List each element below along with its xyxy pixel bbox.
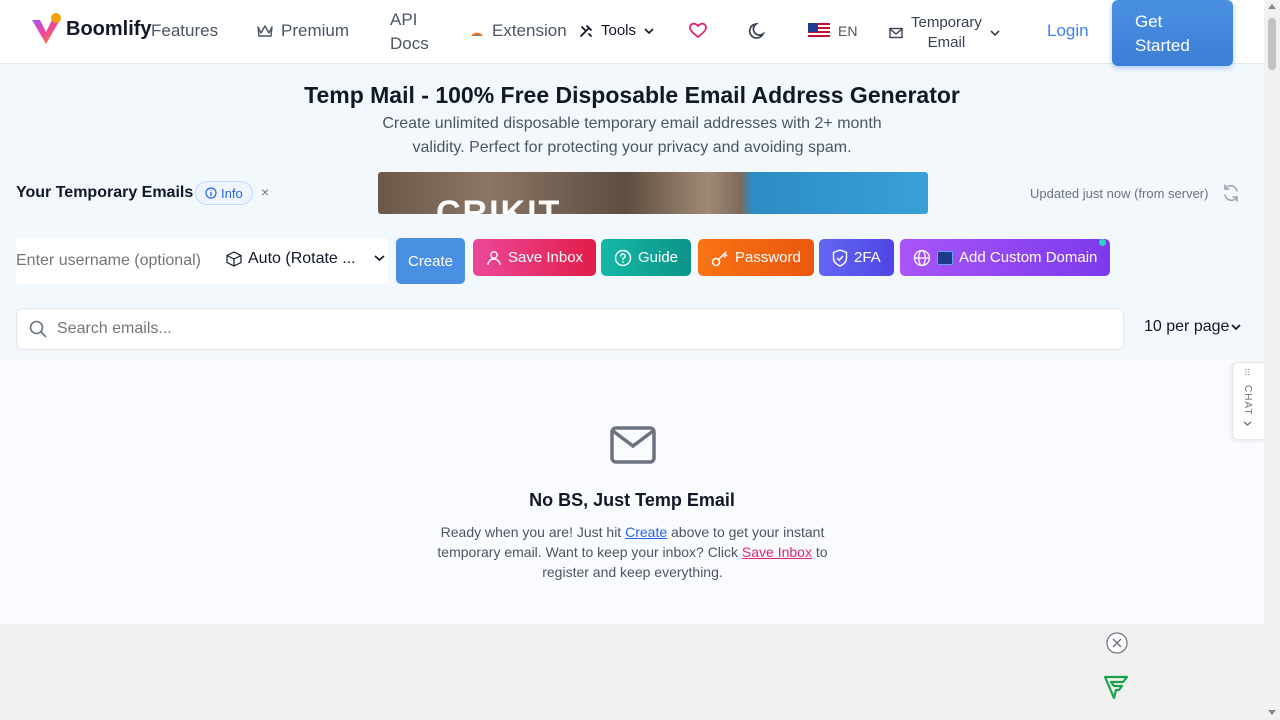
- add-custom-domain-label: Add Custom Domain: [959, 249, 1098, 266]
- page-subtitle: Create unlimited disposable temporary em…: [382, 115, 882, 156]
- per-page-value: 10 per page: [1144, 318, 1230, 335]
- nav-features-label: Features: [151, 21, 219, 40]
- temp-emails-label: Your Temporary Emails: [16, 184, 194, 201]
- globe-icon: [913, 249, 931, 266]
- nav-temporary-email[interactable]: Temporary Email: [889, 13, 1000, 53]
- shield-icon: [832, 248, 848, 267]
- nav-temp-line1: Temporary: [911, 14, 982, 31]
- heart-icon: [689, 22, 707, 39]
- favorites-button[interactable]: [688, 21, 708, 39]
- logo-text: Boomlify: [66, 17, 152, 40]
- nav-premium[interactable]: Premium: [257, 21, 349, 41]
- save-inbox-label: Save Inbox: [508, 249, 584, 266]
- create-button[interactable]: Create: [396, 238, 465, 284]
- logo[interactable]: Boomlify: [30, 12, 152, 46]
- info-badge-label: Info: [221, 185, 243, 201]
- language-selector[interactable]: EN: [808, 23, 857, 39]
- save-inbox-button[interactable]: Save Inbox: [473, 239, 597, 276]
- top-navbar: Boomlify Features Premium API Docs Exten…: [0, 0, 1264, 66]
- ad-banner[interactable]: CRIKIT: [378, 172, 928, 214]
- nav-temp-label: Temporary Email: [911, 13, 982, 53]
- nav-tools-label: Tools: [601, 22, 637, 39]
- empty-text-1: Ready when you are! Just hit: [440, 524, 626, 540]
- get-started-line2: Started: [1135, 36, 1190, 55]
- nav-temp-line2: Email: [927, 34, 966, 51]
- ad-logo-icon[interactable]: [1103, 674, 1129, 700]
- create-link[interactable]: Create: [625, 524, 667, 540]
- scroll-down-arrow[interactable]: [1268, 710, 1276, 715]
- nav-api-line1: API: [390, 10, 418, 29]
- empty-state-text: Ready when you are! Just hit Create abov…: [420, 522, 845, 582]
- password-label: Password: [735, 249, 801, 266]
- login-label: Login: [1047, 21, 1089, 40]
- chevron-down-icon: [990, 30, 1000, 37]
- close-circle-icon[interactable]: [1106, 632, 1128, 654]
- puzzle-icon: [471, 32, 483, 36]
- nav-api-docs[interactable]: API Docs: [390, 8, 429, 56]
- notification-dot: [1099, 239, 1106, 246]
- per-page-select[interactable]: 10 per page: [1144, 318, 1242, 336]
- refresh-icon: [1224, 184, 1238, 202]
- get-started-button[interactable]: Get Started: [1112, 0, 1233, 66]
- nav-extension-label: Extension: [492, 21, 567, 40]
- crown-icon: [257, 25, 273, 37]
- nav-extension[interactable]: Extension: [470, 21, 567, 41]
- cube-icon: [226, 251, 242, 267]
- free-tag-icon: [937, 250, 953, 265]
- info-icon: [205, 187, 217, 199]
- create-button-label: Create: [407, 252, 454, 270]
- page-title: Temp Mail - 100% Free Disposable Email A…: [304, 82, 960, 108]
- help-icon: [614, 249, 632, 266]
- mail-icon: [889, 27, 903, 39]
- chevron-down-icon: [1243, 421, 1252, 426]
- scrollbar-thumb[interactable]: [1268, 18, 1276, 70]
- get-started-line1: Get: [1135, 12, 1163, 31]
- key-icon: [711, 250, 728, 266]
- empty-state-title: No BS, Just Temp Email: [529, 490, 735, 510]
- user-icon: [487, 250, 501, 265]
- save-inbox-link[interactable]: Save Inbox: [742, 544, 812, 560]
- login-link[interactable]: Login: [1047, 21, 1089, 41]
- two-factor-label: 2FA: [854, 249, 881, 266]
- moon-icon: [748, 22, 766, 39]
- guide-button[interactable]: Guide: [601, 239, 692, 276]
- chevron-down-icon: [1231, 324, 1242, 331]
- chat-label: CHAT: [1242, 385, 1253, 416]
- add-custom-domain-button[interactable]: Add Custom Domain: [900, 239, 1111, 276]
- domain-select-value: Auto (Rotate ...: [248, 250, 356, 267]
- refresh-button[interactable]: [1221, 183, 1241, 208]
- envelope-icon: [610, 426, 656, 464]
- search-input[interactable]: [57, 316, 1107, 342]
- nav-api-line2: Docs: [390, 34, 429, 53]
- guide-label: Guide: [638, 249, 679, 266]
- nav-tools[interactable]: Tools: [579, 22, 654, 39]
- info-close-button[interactable]: ×: [261, 184, 269, 200]
- dark-mode-toggle[interactable]: [748, 21, 768, 41]
- two-factor-button[interactable]: 2FA: [819, 239, 894, 276]
- nav-premium-label: Premium: [281, 21, 350, 40]
- chevron-down-icon: [374, 255, 385, 262]
- page-scrollbar[interactable]: [1264, 0, 1280, 720]
- username-input[interactable]: [16, 248, 211, 274]
- password-button[interactable]: Password: [698, 239, 814, 276]
- logo-icon: [32, 13, 61, 44]
- scroll-up-arrow[interactable]: [1268, 4, 1276, 9]
- language-label: EN: [838, 23, 858, 39]
- tools-icon: [580, 24, 592, 37]
- ad-banner-text: CRIKIT: [436, 194, 562, 214]
- ad-footer: [0, 624, 1264, 720]
- search-icon: [29, 320, 47, 338]
- domain-select[interactable]: Auto (Rotate ...: [226, 250, 356, 268]
- info-badge[interactable]: Info: [195, 181, 253, 205]
- nav-features[interactable]: Features: [151, 21, 218, 41]
- chevron-down-icon: [644, 27, 654, 34]
- us-flag-icon: [808, 23, 830, 39]
- drag-handle-icon[interactable]: ⠿: [1244, 368, 1251, 379]
- updated-status: Updated just now (from server): [1030, 186, 1209, 201]
